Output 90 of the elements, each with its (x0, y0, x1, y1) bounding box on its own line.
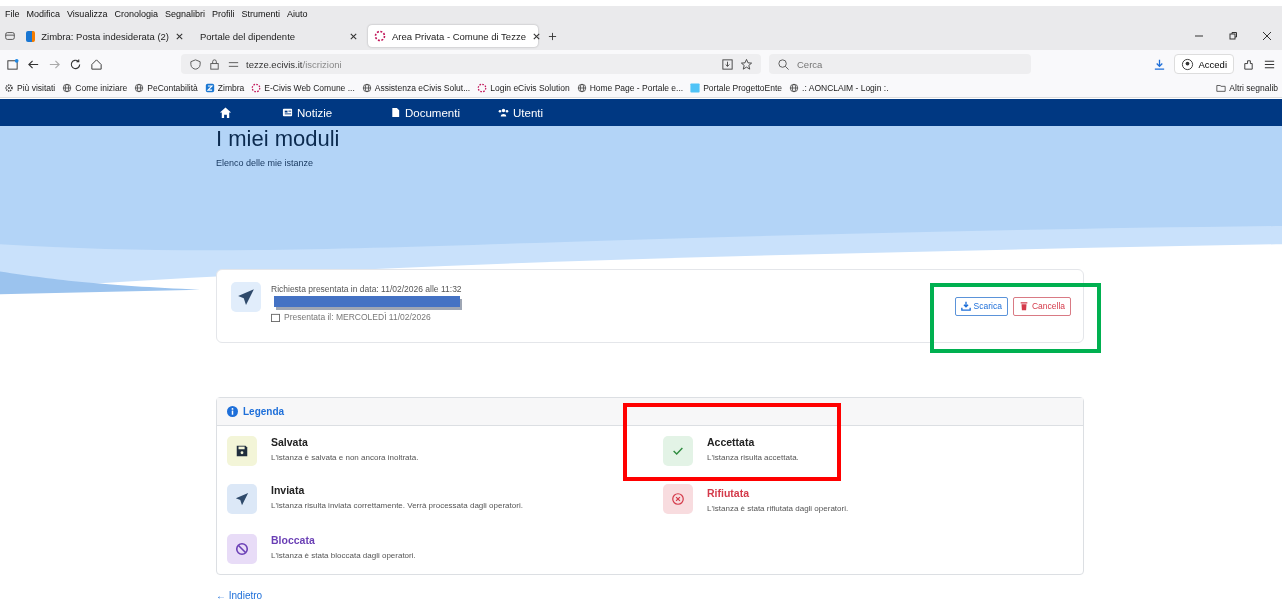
trash-icon (1018, 301, 1029, 311)
browser-tab[interactable]: Zimbra: Posta indesiderata (2) (20, 25, 190, 47)
status-description: L'istanza è salvata e non ancora inoltrata. (271, 453, 419, 462)
globe-icon (576, 82, 587, 93)
newspaper-icon (282, 107, 293, 118)
nav-link[interactable]: Documenti (390, 106, 498, 119)
status-name: Inviata (271, 484, 306, 496)
close-icon[interactable] (349, 31, 358, 41)
menu-item[interactable]: Strumenti (241, 9, 280, 19)
submission-date: Richiesta presentata in data: 11/02/2026 alle 11:32 (271, 284, 462, 294)
prohibited-icon (227, 534, 257, 564)
search-input[interactable]: Cerca (795, 57, 999, 71)
bookmark-item[interactable]: Più visitati (4, 82, 56, 93)
zimbra-logo-icon (26, 30, 36, 42)
menu-item[interactable]: Cronologia (114, 9, 158, 19)
status-description: L'istanza risulta accettata. (707, 453, 799, 462)
users-icon (498, 107, 509, 118)
download-icon (960, 301, 971, 311)
status-description: L'istanza è stata bloccata dagli operatori. (271, 551, 416, 560)
menu-item[interactable]: Visualizza (67, 9, 108, 19)
search-icon (777, 57, 790, 71)
url-text: tezze.ecivis.it/iscrizioni (246, 58, 342, 70)
bookmark-item[interactable]: E-Civis Web Comune ... (251, 82, 355, 93)
status-name: Bloccata (271, 534, 316, 546)
browser-tab[interactable]: Area Privata - Comune di Tezze (368, 25, 538, 47)
folder-icon (1216, 82, 1227, 93)
lock-icon (208, 57, 221, 71)
new-tab-icon[interactable] (548, 31, 557, 41)
brand-logo-icon (690, 82, 701, 93)
bookmark-item[interactable]: PeContabilità (134, 82, 198, 93)
globe-icon (134, 82, 145, 93)
calendar-icon (271, 312, 280, 322)
bookmark-folder[interactable]: Altri segnalib (1216, 82, 1278, 93)
address-bar[interactable]: tezze.ecivis.it/iscrizioni (181, 54, 761, 74)
reload-icon[interactable] (69, 57, 82, 71)
back-link[interactable]: ← Indietro (216, 589, 263, 602)
status-description: L'istanza è stata rifiutata dagli operatori. (707, 504, 849, 513)
legend-title: Legenda (243, 406, 285, 417)
bookmark-item[interactable]: Home Page - Portale e... (576, 82, 684, 93)
globe-icon (789, 82, 800, 93)
close-icon[interactable] (531, 31, 541, 41)
ring-logo-icon (477, 82, 488, 93)
page-subtitle: Elenco delle mie istanze (216, 158, 315, 168)
browser-tab[interactable]: Portale del dipendente (194, 25, 364, 47)
star-icon[interactable] (740, 57, 753, 71)
ring-logo-icon (251, 82, 262, 93)
search-field[interactable]: Cerca (769, 54, 1031, 74)
bookmark-item[interactable]: Come iniziare (62, 82, 128, 93)
status-name: Rifiutata (707, 487, 750, 499)
download-button[interactable]: Scarica (954, 296, 1008, 316)
nav-link[interactable]: Notizie (282, 106, 390, 119)
reader-icon[interactable] (721, 57, 734, 71)
bookmark-item[interactable]: Login eCivis Solution (477, 82, 570, 93)
close-icon[interactable] (1262, 31, 1272, 41)
document-icon (390, 107, 401, 118)
page-title: I miei moduli (216, 126, 341, 152)
extensions-icon[interactable] (1242, 57, 1255, 71)
ring-logo-icon (374, 30, 386, 42)
menu-item[interactable]: Modifica (26, 9, 61, 19)
menu-item[interactable]: File (5, 9, 20, 19)
bookmark-item[interactable]: Portale ProgettoEnte (690, 82, 783, 93)
gear-icon (4, 82, 14, 93)
menu-item[interactable]: Profili (211, 9, 235, 19)
menu-item[interactable]: Aiuto (287, 9, 308, 19)
bookmark-item[interactable]: .: AONCLAIM - Login :. (789, 82, 889, 93)
bookmark-item[interactable]: Assistenza eCivis Solut... (361, 82, 471, 93)
close-icon[interactable] (175, 31, 184, 41)
account-button[interactable]: Accedi (1174, 54, 1234, 74)
sidebar-icon[interactable] (6, 57, 19, 71)
globe-icon (361, 82, 372, 93)
paper-plane-icon (231, 282, 261, 312)
globe-icon (62, 82, 73, 93)
nav-link[interactable]: Utenti (498, 106, 606, 119)
person-icon (1181, 57, 1195, 71)
menu-item[interactable]: Segnalibri (164, 9, 205, 19)
home-icon[interactable] (219, 106, 232, 119)
bookmark-item[interactable]: Zimbra (204, 82, 245, 93)
download-icon[interactable] (1153, 57, 1167, 71)
status-description: L'istanza risulta inviata correttamente. Verrà processata dagli operatori. (271, 501, 523, 510)
restore-icon[interactable] (1228, 31, 1238, 41)
info-icon (227, 406, 238, 417)
zimbra-logo-icon (204, 82, 215, 93)
checkmark-icon (663, 436, 693, 466)
tab-list-icon[interactable] (4, 30, 16, 42)
status-name: Salvata (271, 436, 309, 448)
shield-icon (189, 57, 202, 71)
delete-button[interactable]: Cancella (1012, 296, 1071, 316)
status-name: Accettata (707, 436, 756, 448)
presentation-date: Presentata il: MERCOLEDÌ 11/02/2026 (284, 312, 431, 322)
paper-plane-icon (227, 484, 257, 514)
